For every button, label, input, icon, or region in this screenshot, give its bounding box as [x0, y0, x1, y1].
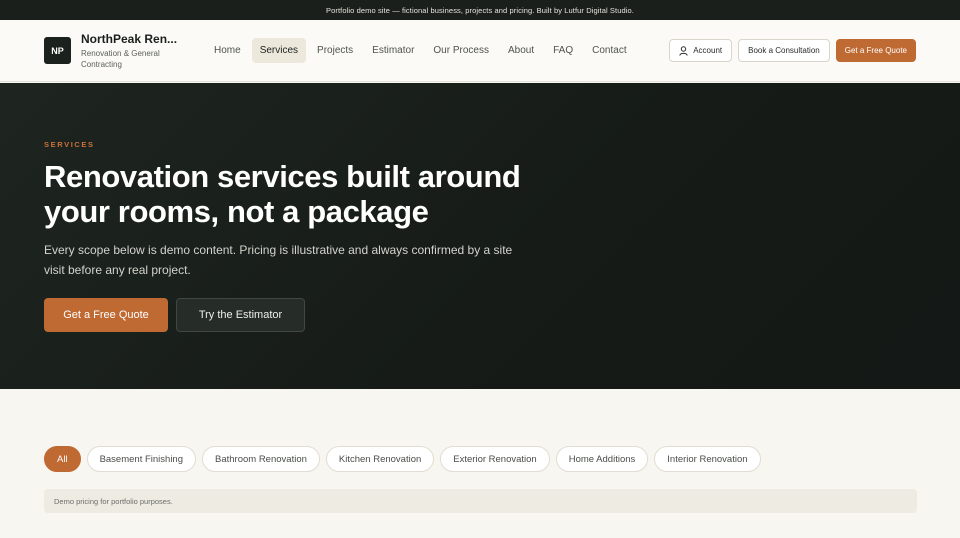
demo-pricing-note: Demo pricing for portfolio purposes.: [44, 489, 917, 513]
nav-link-home[interactable]: Home: [206, 38, 249, 63]
nav-link-about[interactable]: About: [500, 38, 542, 63]
service-filters: All Basement Finishing Bathroom Renovati…: [44, 446, 767, 472]
filter-chip-bathroom-renovation[interactable]: Bathroom Renovation: [202, 446, 320, 472]
user-icon: [679, 45, 688, 56]
filter-chip-exterior-renovation[interactable]: Exterior Renovation: [440, 446, 550, 472]
nav-link-contact[interactable]: Contact: [584, 38, 634, 63]
nav-link-faq[interactable]: FAQ: [545, 38, 581, 63]
filter-chip-kitchen-renovation[interactable]: Kitchen Renovation: [325, 446, 435, 472]
nav-link-our-process[interactable]: Our Process: [425, 38, 497, 63]
header-actions: Account Book a Consultation Get a Free Q…: [669, 39, 916, 62]
logo[interactable]: NP: [44, 37, 71, 64]
demo-pricing-note-text: Demo pricing for portfolio purposes.: [54, 496, 173, 506]
book-consultation-button[interactable]: Book a Consultation: [738, 39, 830, 62]
brand[interactable]: NorthPeak Ren... Renovation & General Co…: [81, 32, 193, 70]
filter-chip-all[interactable]: All: [44, 446, 81, 472]
brand-name: NorthPeak Ren...: [81, 31, 178, 46]
brand-tagline: Renovation & General Contracting: [81, 48, 160, 69]
demo-banner-text: Portfolio demo site — fictional business…: [326, 5, 634, 15]
nav-links: Home Services Projects Estimator Our Pro…: [206, 38, 638, 63]
nav-link-services[interactable]: Services: [251, 38, 307, 63]
hero-estimator-button[interactable]: Try the Estimator: [176, 298, 305, 332]
hero-quote-button[interactable]: Get a Free Quote: [44, 298, 168, 332]
hero-section: SERVICES Renovation services built aroun…: [0, 83, 960, 389]
filter-chip-home-additions[interactable]: Home Additions: [555, 446, 649, 472]
nav-link-estimator[interactable]: Estimator: [364, 38, 422, 63]
hero-description: Every scope below is demo content. Prici…: [44, 243, 513, 277]
account-button[interactable]: Account: [669, 39, 733, 62]
nav-link-projects[interactable]: Projects: [309, 38, 361, 63]
filter-chip-basement-finishing[interactable]: Basement Finishing: [86, 446, 196, 472]
logo-initials: NP: [51, 45, 64, 56]
demo-banner: Portfolio demo site — fictional business…: [0, 0, 960, 20]
top-navigation: NP NorthPeak Ren... Renovation & General…: [0, 20, 960, 82]
header-quote-button[interactable]: Get a Free Quote: [835, 39, 916, 62]
hero-eyebrow: SERVICES: [44, 140, 95, 149]
filter-chip-interior-renovation[interactable]: Interior Renovation: [654, 446, 761, 472]
hero-title: Renovation services built around your ro…: [44, 159, 521, 229]
account-label: Account: [693, 46, 723, 55]
